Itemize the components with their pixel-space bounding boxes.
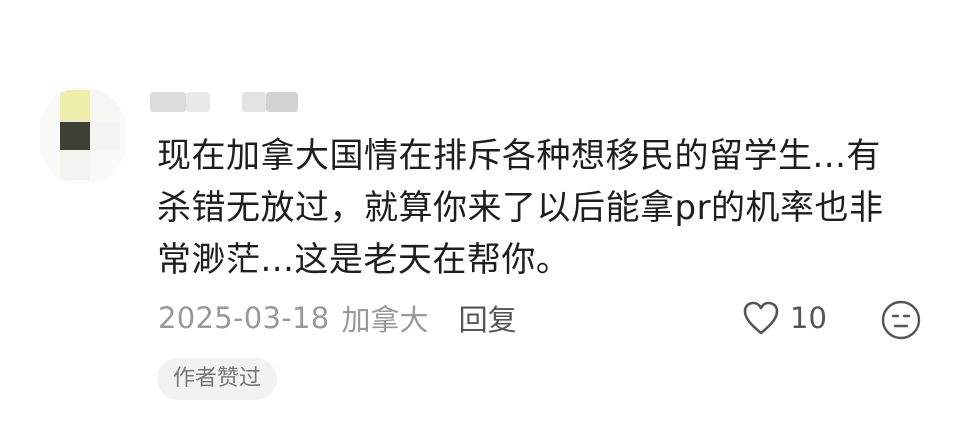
comment-item: 现在加拿大国情在排斥各种想移民的留学生...有 杀错无放过，就算你来了以后能拿p… (0, 0, 960, 425)
avatar-pixel-gray-top (90, 90, 120, 120)
comment-meta: 2025-03-18 加拿大 回复 (158, 298, 517, 338)
avatar-pixel-dark (60, 122, 90, 150)
avatar-pixel-yellow (60, 90, 90, 120)
heart-outline-icon (743, 301, 779, 335)
like-button[interactable]: 10 (742, 296, 827, 340)
username-blur-block (186, 92, 210, 112)
author-liked-badge: 作者赞过 (157, 358, 278, 400)
username-blur-block (266, 92, 298, 112)
comment-text: 现在加拿大国情在排斥各种想移民的留学生...有 杀错无放过，就算你来了以后能拿p… (157, 130, 917, 286)
neutral-face-icon[interactable] (880, 299, 922, 341)
reply-button[interactable]: 回复 (459, 297, 517, 339)
comment-text-line: 现在加拿大国情在排斥各种想移民的留学生...有 (157, 136, 881, 176)
comment-location: 加拿大 (341, 303, 429, 337)
comment-date: 2025-03-18 (158, 301, 330, 335)
comment-text-line: 常渺茫...这是老天在帮你。 (157, 240, 571, 280)
username-blur-block (242, 92, 266, 112)
like-count: 10 (790, 301, 827, 335)
comment-text-line: 杀错无放过，就算你来了以后能拿pr的机率也非 (157, 188, 884, 228)
username-blur-block (150, 92, 186, 112)
avatar-pixel-gray-right (90, 122, 120, 150)
avatar-pixel-bottom (60, 150, 90, 180)
username-blurred[interactable] (150, 90, 302, 114)
avatar[interactable] (40, 88, 126, 184)
